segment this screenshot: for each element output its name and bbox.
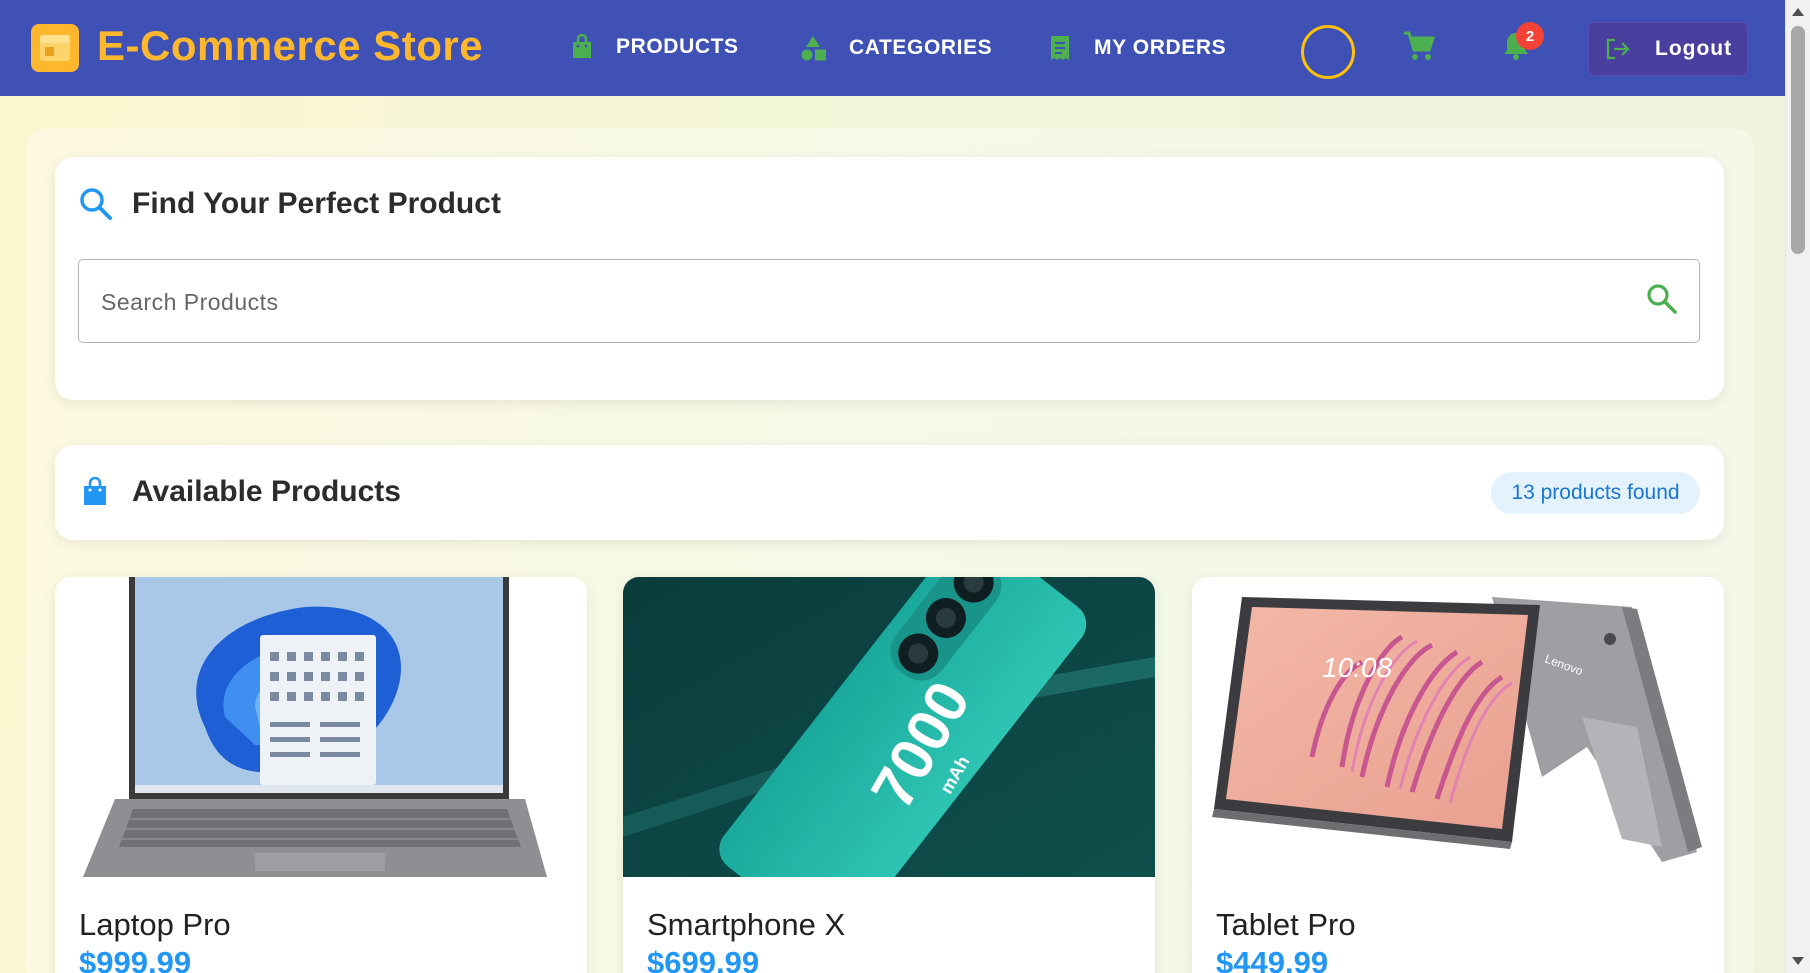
logout-icon <box>1606 38 1630 60</box>
scroll-down-arrow-icon[interactable] <box>1792 957 1804 965</box>
shopping-bag-icon <box>84 477 106 505</box>
product-card[interactable]: 7000 mAh Smartphone X $699.99 <box>623 577 1155 973</box>
tablet-clock-text: 10:08 <box>1322 652 1392 683</box>
search-icon <box>80 188 112 220</box>
shopping-bag-icon <box>573 34 591 58</box>
product-name[interactable]: Laptop Pro <box>79 907 231 943</box>
search-field[interactable] <box>78 259 1700 343</box>
nav-my-orders[interactable]: MY ORDERS <box>1048 34 1226 62</box>
logout-label: Logout <box>1655 37 1733 60</box>
nav-my-orders-label: MY ORDERS <box>1094 36 1227 59</box>
product-name[interactable]: Tablet Pro <box>1216 907 1356 943</box>
user-avatar[interactable] <box>1301 25 1355 79</box>
store-logo-icon <box>31 24 79 72</box>
top-app-bar: E-Commerce Store PRODUCTS CATEGORIES MY … <box>0 0 1785 96</box>
vertical-scrollbar[interactable] <box>1785 0 1810 973</box>
search-heading: Find Your Perfect Product <box>78 186 501 222</box>
scroll-thumb[interactable] <box>1791 26 1805 254</box>
brand-title[interactable]: E-Commerce Store <box>97 22 483 70</box>
available-products-heading: Available Products <box>82 475 401 509</box>
product-card[interactable]: Laptop Pro $999.99 <box>55 577 587 973</box>
receipt-icon <box>1051 36 1069 60</box>
nav-categories[interactable]: CATEGORIES <box>799 34 992 62</box>
search-input[interactable] <box>101 282 1601 322</box>
nav-products[interactable]: PRODUCTS <box>570 34 739 60</box>
nav-products-label: PRODUCTS <box>616 35 739 58</box>
search-title: Find Your Perfect Product <box>132 187 501 220</box>
product-image-laptop[interactable] <box>55 577 587 877</box>
product-image-tablet[interactable]: Lenovo 10:08 <box>1192 577 1724 877</box>
products-count-badge: 13 products found <box>1491 472 1700 514</box>
available-products-title: Available Products <box>132 475 401 508</box>
product-image-smartphone[interactable]: 7000 mAh <box>623 577 1155 877</box>
cart-icon[interactable] <box>1402 30 1436 62</box>
category-shapes-icon <box>801 36 826 61</box>
product-price: $999.99 <box>79 945 192 973</box>
logout-button[interactable]: Logout <box>1588 22 1748 76</box>
product-card[interactable]: Lenovo 10:08 Tablet Pro $449.99 <box>1192 577 1724 973</box>
product-price: $699.99 <box>647 945 760 973</box>
notification-badge: 2 <box>1516 22 1544 50</box>
nav-categories-label: CATEGORIES <box>849 36 993 59</box>
product-name[interactable]: Smartphone X <box>647 907 845 943</box>
scroll-up-arrow-icon[interactable] <box>1792 8 1804 16</box>
product-price: $449.99 <box>1216 945 1329 973</box>
search-submit-icon[interactable] <box>1646 283 1678 315</box>
